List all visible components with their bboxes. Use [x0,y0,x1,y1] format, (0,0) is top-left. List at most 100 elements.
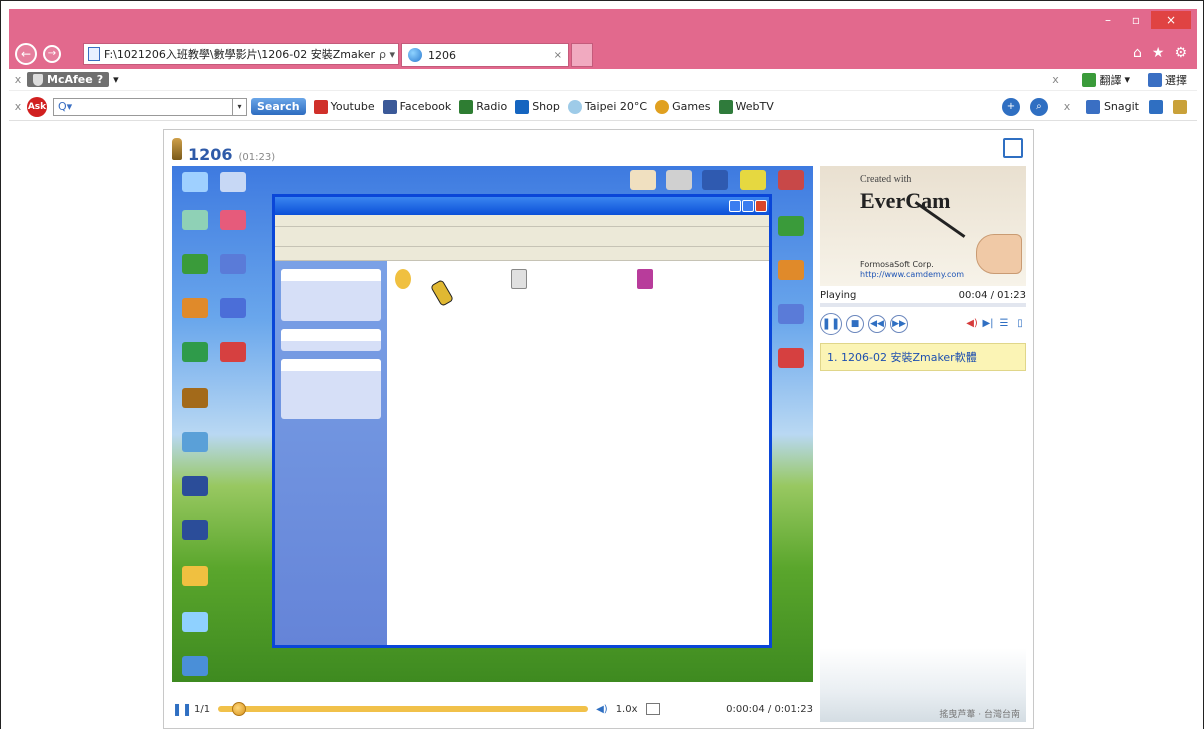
tab-close-icon[interactable]: × [554,50,562,61]
home-icon[interactable]: ⌂ [1133,45,1142,61]
side-prev-button[interactable]: ◀◀ [868,315,886,333]
search-button[interactable]: Search [251,98,306,115]
player-sidebar: Created with EverCam FormosaSoft Corp. h… [820,166,1026,371]
search-circle-icon[interactable]: ⌕ [1029,97,1048,116]
forward-button[interactable]: → [43,45,61,63]
select-button[interactable]: 選擇 [1148,72,1187,88]
add-icon[interactable]: + [1001,97,1020,116]
new-tab-button[interactable] [571,43,593,67]
explorer-task-pane [275,261,387,645]
logo-brand: EverCam [860,188,951,213]
video-frame[interactable] [172,166,813,682]
speed-button[interactable]: 1.0x [616,704,638,715]
desktop-icon [182,254,208,274]
translate-button[interactable]: 翻譯 ▾ [1082,72,1130,88]
editor-icon[interactable] [1173,99,1187,114]
close-toolbar-icon[interactable]: x [9,73,27,86]
logo-url: http://www.camdemy.com [860,270,965,279]
side-pause-button[interactable]: ❚❚ [820,313,842,335]
link-label: Games [672,100,711,113]
tab-1206[interactable]: 1206 × [401,43,569,67]
mcafee-button[interactable]: McAfee ? [27,72,110,87]
link-facebook[interactable]: Facebook [382,99,451,114]
settings-icon[interactable]: ⚙ [1174,45,1187,61]
capture-icon[interactable] [1149,99,1163,114]
address-controls[interactable]: ρ ▾ C [379,48,398,61]
video-duration: (01:23) [238,152,276,163]
close-right-toolbar-icon[interactable]: x [1046,73,1064,86]
explorer-maximize-icon [742,200,754,212]
snagit-icon [1085,99,1100,114]
search-dropdown-icon[interactable]: ▾ [233,97,247,116]
playlist-item[interactable]: 1. 1206-02 安裝Zmaker軟體 [820,343,1026,371]
file-icon [395,269,411,289]
volume-icon[interactable]: ◀) [596,704,608,715]
pause-button[interactable]: ❚❚ [172,702,192,716]
ask-logo-icon[interactable]: Ask [27,96,47,117]
seek-bar[interactable] [218,702,589,716]
logo-created: Created with [860,174,912,185]
link-label: Radio [476,100,508,113]
side-list-icon[interactable]: ☰ [998,318,1010,330]
maximize-button[interactable]: ▫ [1123,11,1149,29]
close-window-button[interactable]: × [1151,11,1191,29]
link-webtv[interactable]: WebTV [718,99,774,114]
link-games[interactable]: Games [655,99,711,114]
weather-icon [567,99,582,114]
link-weather[interactable]: Taipei 20°C [567,99,648,114]
close-snagit-icon[interactable]: x [1058,100,1076,113]
seek-knob[interactable] [232,702,247,716]
side-controls: ❚❚ ■ ◀◀ ▶▶ ◀) ▶| ☰ ▯ [820,313,1026,335]
side-doc-icon[interactable]: ▯ [1014,318,1026,330]
back-button[interactable]: ← [15,43,37,65]
mcafee-help-icon[interactable]: ? [97,73,103,86]
side-mark-icon[interactable]: ▶| [982,318,994,330]
player-title: 1206 (01:23) [172,138,275,164]
address-bar[interactable]: F:\1021206入班教學\數學影片\1206-02 安裝Zmaker ρ ▾… [83,43,399,65]
mcafee-shield-icon [33,73,43,86]
snagit-button[interactable]: Snagit [1085,99,1139,114]
search-placeholder: Q▾ [58,100,73,113]
decorative-landscape: 搖曳芦葦 · 台灣台南 [820,648,1026,722]
hand-icon [976,234,1022,274]
link-radio[interactable]: Radio [459,99,508,114]
address-text: F:\1021206入班教學\數學影片\1206-02 安裝Zmaker [104,48,376,61]
side-next-button[interactable]: ▶▶ [890,315,908,333]
desktop-icon [666,170,692,190]
desktop-icon [182,172,208,192]
screen-size-icon[interactable] [645,703,660,715]
task-panel [281,269,381,321]
link-label: Taipei 20°C [584,100,648,113]
ask-search-input[interactable]: Q▾ [53,97,233,116]
side-progress-bar[interactable] [820,303,1026,307]
translate-menu-icon: ▾ [1124,73,1130,86]
desktop-icon [220,254,246,274]
evercam-player: 1206 (01:23) ❚❚ 1/1 ◀) 1.0x 0:00:04 / 0:… [163,129,1034,729]
link-youtube[interactable]: Youtube [313,99,375,114]
mcafee-menu-icon[interactable]: ▾ [113,73,119,86]
mcafee-label: McAfee [47,73,93,86]
task-panel [281,359,381,419]
ie-page-icon [408,48,422,62]
favorites-icon[interactable]: ★ [1152,45,1165,61]
shop-icon [515,99,530,114]
link-shop[interactable]: Shop [515,99,560,114]
side-stop-button[interactable]: ■ [846,315,864,333]
explorer-toolbar [275,227,769,247]
side-volume-icon[interactable]: ◀) [966,318,978,330]
fullscreen-icon[interactable] [1003,138,1023,158]
file-icon [637,269,653,289]
explorer-minimize-icon [729,200,741,212]
desktop-icon [740,170,766,190]
desktop-icon [182,298,208,318]
close-ask-toolbar-icon[interactable]: x [9,100,27,113]
browser-chrome: – ▫ × ← → F:\1021206入班教學\數學影片\1206-02 安裝… [9,9,1197,69]
select-icon [1148,72,1162,87]
desktop-icon [182,612,208,632]
desktop-icon [778,260,804,280]
tv-icon [718,99,733,114]
desktop-icon [220,210,246,230]
right-tools-1: x 翻譯 ▾ 選擇 [1046,72,1197,88]
video-title: 1206 [188,145,233,164]
minimize-button[interactable]: – [1095,11,1121,29]
